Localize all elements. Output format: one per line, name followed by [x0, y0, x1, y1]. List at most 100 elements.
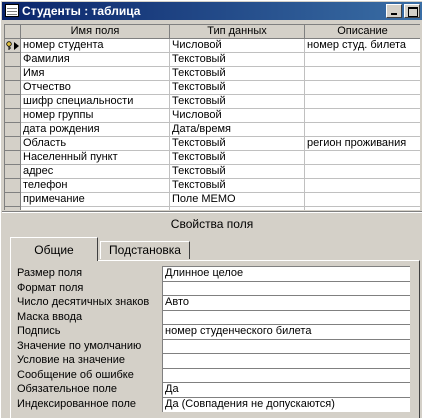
property-label: Условие на значение — [17, 354, 126, 366]
data-type-cell[interactable]: Текстовый — [170, 67, 305, 81]
description-cell[interactable]: номер студ. билета — [305, 39, 420, 53]
field-name-cell[interactable]: номер студента — [21, 39, 170, 53]
row-selector[interactable] — [5, 53, 21, 67]
description-cell[interactable] — [305, 109, 420, 123]
tab-general[interactable]: Общие — [10, 237, 98, 261]
properties-panel: Размер поля Длинное целое Формат поля Число… — [10, 260, 420, 418]
description-cell[interactable] — [305, 193, 420, 207]
property-label: Размер поля — [17, 267, 83, 279]
row-selector[interactable] — [5, 165, 21, 179]
field-name-cell[interactable]: Имя — [21, 67, 170, 81]
property-row: Размер поля Длинное целое — [17, 266, 413, 281]
data-type-cell[interactable]: Числовой — [170, 109, 305, 123]
data-type-cell[interactable]: Текстовый — [170, 53, 305, 67]
description-cell[interactable] — [305, 81, 420, 95]
property-value-input[interactable] — [162, 353, 410, 368]
table-row[interactable]: Область Текстовый регион проживания — [5, 137, 420, 151]
description-cell[interactable] — [305, 123, 420, 137]
row-selector[interactable] — [5, 81, 21, 95]
property-label: Индексированное поле — [17, 397, 136, 410]
property-value-input[interactable] — [162, 309, 410, 325]
row-selector[interactable] — [5, 137, 21, 151]
field-grid: Имя поля Тип данных Описание номер студе… — [4, 24, 420, 210]
field-name-cell[interactable]: Фамилия — [21, 53, 170, 67]
table-row[interactable]: адрес Текстовый — [5, 165, 420, 179]
data-type-cell[interactable]: Текстовый — [170, 137, 305, 151]
table-row[interactable]: номер группы Числовой — [5, 109, 420, 123]
property-value-input[interactable]: Да (Совпадения не допускаются) — [162, 396, 410, 412]
title-bar[interactable]: Студенты : таблица — [2, 2, 422, 20]
data-type-cell[interactable]: Текстовый — [170, 151, 305, 165]
description-cell[interactable] — [305, 95, 420, 109]
row-selector[interactable] — [5, 207, 21, 210]
data-type-cell[interactable]: Текстовый — [170, 81, 305, 95]
table-row[interactable]: дата рождения Дата/время — [5, 123, 420, 137]
table-row[interactable]: примечание Поле MEMO — [5, 193, 420, 207]
maximize-button[interactable] — [404, 4, 420, 18]
property-value-input[interactable]: номер студенческого билета — [162, 324, 410, 339]
description-cell[interactable] — [305, 207, 420, 210]
property-value-input[interactable]: Авто — [162, 295, 410, 310]
table-row[interactable]: Населенный пункт Текстовый — [5, 151, 420, 165]
property-row: Значение по умолчанию — [17, 338, 413, 354]
description-cell[interactable]: регион проживания — [305, 137, 420, 151]
property-row: Число десятичных знаков Авто — [17, 295, 413, 310]
data-type-cell[interactable]: Текстовый — [170, 95, 305, 109]
key-pointer-icon — [6, 41, 19, 50]
table-row[interactable] — [5, 207, 420, 210]
data-type-cell[interactable]: Текстовый — [170, 165, 305, 179]
field-name-cell[interactable]: шифр специальности — [21, 95, 170, 109]
column-header-field-name[interactable]: Имя поля — [21, 25, 170, 39]
field-name-cell[interactable]: адрес — [21, 165, 170, 179]
property-row: Обязательное поле Да — [17, 382, 413, 397]
field-name-cell[interactable]: номер группы — [21, 109, 170, 123]
splitter[interactable] — [2, 211, 422, 213]
property-value-input[interactable] — [162, 367, 410, 383]
row-selector[interactable] — [5, 151, 21, 165]
data-type-cell[interactable]: Числовой — [170, 39, 305, 53]
row-selector[interactable] — [5, 123, 21, 137]
field-name-cell[interactable]: Область — [21, 137, 170, 151]
data-type-cell[interactable] — [170, 207, 305, 210]
property-label: Сообщение об ошибке — [17, 368, 134, 381]
description-cell[interactable] — [305, 67, 420, 81]
field-name-cell[interactable]: примечание — [21, 193, 170, 207]
description-cell[interactable] — [305, 151, 420, 165]
row-selector[interactable] — [5, 179, 21, 193]
field-name-cell[interactable]: Отчество — [21, 81, 170, 95]
property-row: Маска ввода — [17, 309, 413, 325]
row-selector[interactable] — [5, 39, 21, 53]
field-name-cell[interactable] — [21, 207, 170, 210]
tab-lookup[interactable]: Подстановка — [100, 241, 190, 259]
table-row[interactable]: Фамилия Текстовый — [5, 53, 420, 67]
property-row: Подпись номер студенческого билета — [17, 324, 413, 339]
table-row[interactable]: Отчество Текстовый — [5, 81, 420, 95]
row-selector[interactable] — [5, 109, 21, 123]
minimize-button[interactable] — [386, 4, 402, 18]
row-selector[interactable] — [5, 95, 21, 109]
property-label: Обязательное поле — [17, 383, 118, 395]
data-type-cell[interactable]: Дата/время — [170, 123, 305, 137]
column-header-data-type[interactable]: Тип данных — [170, 25, 305, 39]
property-value-input[interactable] — [162, 280, 410, 296]
data-type-cell[interactable]: Поле MEMO — [170, 193, 305, 207]
table-row[interactable]: шифр специальности Текстовый — [5, 95, 420, 109]
property-value-input[interactable]: Длинное целое — [162, 266, 410, 281]
table-row[interactable]: номер студента Числовой номер студ. билета — [5, 39, 420, 53]
description-cell[interactable] — [305, 179, 420, 193]
row-selector[interactable] — [5, 193, 21, 207]
table-row[interactable]: телефон Текстовый — [5, 179, 420, 193]
field-name-cell[interactable]: телефон — [21, 179, 170, 193]
property-label: Значение по умолчанию — [17, 339, 142, 352]
property-value-input[interactable] — [162, 338, 410, 354]
property-row: Индексированное поле Да (Совпадения не до… — [17, 396, 413, 412]
field-name-cell[interactable]: дата рождения — [21, 123, 170, 137]
column-header-description[interactable]: Описание — [305, 25, 420, 39]
field-name-cell[interactable]: Населенный пункт — [21, 151, 170, 165]
property-value-input[interactable]: Да — [162, 382, 410, 397]
table-row[interactable]: Имя Текстовый — [5, 67, 420, 81]
data-type-cell[interactable]: Текстовый — [170, 179, 305, 193]
description-cell[interactable] — [305, 165, 420, 179]
row-selector[interactable] — [5, 67, 21, 81]
description-cell[interactable] — [305, 53, 420, 67]
